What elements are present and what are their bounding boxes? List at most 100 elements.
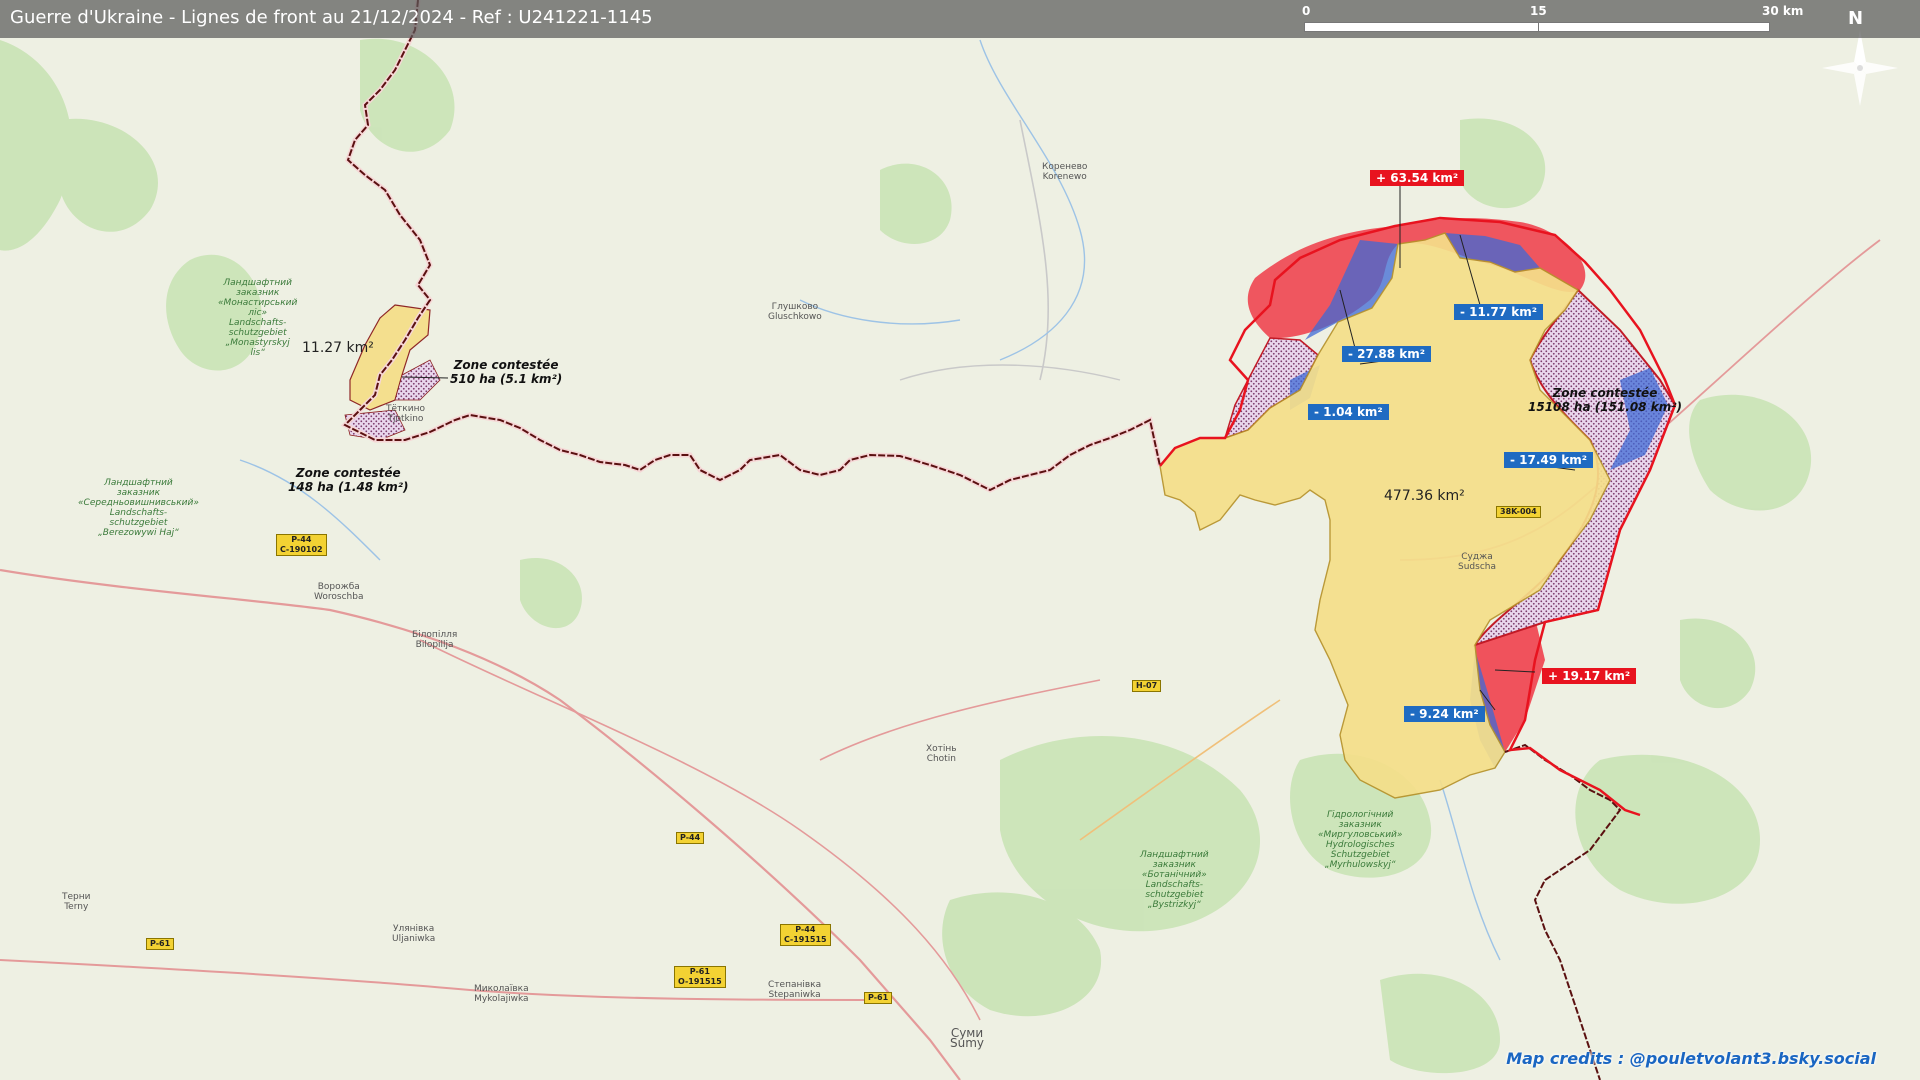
town-terny[interactable]: Терни Terny <box>62 892 90 912</box>
road-shield-38k: 38K-004 <box>1496 506 1541 518</box>
road-shield-p61-b: P-61 O-191515 <box>674 966 726 988</box>
town-sudzha[interactable]: Суджа Sudscha <box>1458 552 1496 572</box>
reserve-west-line-4: ліс» <box>248 308 268 318</box>
reserve-south-west-line-2: заказник <box>116 488 161 498</box>
reserve-west-line-8: lis“ <box>250 348 265 358</box>
town-terny-cyr: Терни <box>62 892 91 902</box>
reserve-south-2-line-2: заказник <box>1152 860 1196 870</box>
gain-tag-south-east: + 19.17 km² <box>1542 668 1637 684</box>
reserve-south-2: Ландшафтний заказник «Ботанічний» Landscha… <box>1140 850 1209 910</box>
town-ulianivka[interactable]: Улянівка Uljaniwka <box>392 924 435 944</box>
reserve-south-2-line-3: «Ботанічний» <box>1141 870 1207 880</box>
east-contested-label: Zone contestée 15108 ha (151.08 km²) <box>1528 386 1682 414</box>
town-khotin-lat: Chotin <box>926 754 956 764</box>
town-bilopillia-cyr: Білопілля <box>412 630 458 640</box>
west-contested-label-2: Zone contestée 148 ha (1.48 km²) <box>288 466 409 494</box>
town-stepanivka[interactable]: Степанівка Stepaniwka <box>768 980 821 1000</box>
scale-bar <box>1304 22 1770 32</box>
reserve-west-line-1: Ландшафтний <box>223 278 293 288</box>
town-khotin[interactable]: Хотінь Chotin <box>926 744 957 764</box>
map-title: Guerre d'Ukraine - Lignes de front au 21… <box>10 7 653 28</box>
scale-label-0: 0 <box>1302 4 1311 18</box>
map-credits[interactable]: Map credits : @pouletvolant3.bsky.social <box>1506 1049 1876 1068</box>
town-glushkovo-cyr: Глушково <box>771 302 819 312</box>
reserve-south-1-line-5: Schutzgebiet <box>1330 850 1390 860</box>
road-shield-p61-b-2: O-191515 <box>678 977 722 986</box>
town-mykolaivka-lat: Mykolajiwka <box>474 994 529 1004</box>
west-area-label: 11.27 km² <box>302 340 374 356</box>
reserve-south-1-line-3: «Миргуловський» <box>1318 830 1403 840</box>
town-bilopillia-lat: Bilopillja <box>415 640 454 650</box>
town-sudzha-lat: Sudscha <box>1458 562 1496 572</box>
reserve-south-west-line-3: «Середньовишнивський» <box>78 498 199 508</box>
east-contested-value: 15108 ha (151.08 km²) <box>1528 400 1682 414</box>
scale-label-15: 15 <box>1530 4 1547 18</box>
reserve-south-1-line-6: „Myrhulowskyj“ <box>1324 860 1396 870</box>
west-contested-2-value: 148 ha (1.48 km²) <box>288 480 409 494</box>
town-sumy[interactable]: Суми Sumy <box>950 1027 985 1050</box>
town-stepanivka-cyr: Степанівка <box>768 980 822 990</box>
town-sudzha-cyr: Суджа <box>1461 552 1493 562</box>
town-glushkovo[interactable]: Глушково Gluschkowo <box>768 302 822 322</box>
town-bilopillia[interactable]: Білопілля Bilopillja <box>412 630 457 650</box>
east-contested-title: Zone contestée <box>1552 386 1658 400</box>
reserve-west-line-7: „Monastyrskyj <box>225 338 290 348</box>
reserve-west: Ландшафтний заказник «Монастирський ліс» La… <box>218 278 297 358</box>
reserve-south-west-line-5: schutzgebiet <box>109 518 168 528</box>
loss-tag-west: - 1.04 km² <box>1308 404 1389 420</box>
town-terny-lat: Terny <box>64 902 89 912</box>
road-shield-p44-a-2: С-190102 <box>280 545 323 554</box>
town-stepanivka-lat: Stepaniwka <box>768 990 821 1000</box>
town-vorozhba-cyr: Ворожба <box>317 582 360 592</box>
west-contested-2-title: Zone contestée <box>295 466 401 480</box>
reserve-west-line-2: заказник <box>236 288 280 298</box>
reserve-west-line-5: Landschafts- <box>228 318 287 328</box>
scale-bar-half <box>1305 23 1539 31</box>
town-ulianivka-lat: Uljaniwka <box>392 934 436 944</box>
town-mykolaivka[interactable]: Миколаївка Mykolajiwka <box>474 984 529 1004</box>
scale-label-30: 30 km <box>1762 4 1804 18</box>
reserve-west-line-6: schutzgebiet <box>228 328 287 338</box>
reserve-south-1-line-4: Hydrologisches <box>1325 840 1395 850</box>
reserve-south-2-line-4: Landschafts- <box>1145 880 1204 890</box>
loss-tag-south: - 9.24 km² <box>1404 706 1485 722</box>
road-shield-p61-a: P-61 <box>146 938 175 950</box>
road-shield-p44-c: P-44 С-191515 <box>780 924 831 946</box>
road-shield-p44-b: P-44 <box>676 832 705 844</box>
road-shield-p61-b-1: P-61 <box>689 967 710 976</box>
road-shield-p44-c-1: P-44 <box>795 925 816 934</box>
reserve-south-1-line-1: Гідрологічний <box>1327 810 1394 820</box>
reserve-south-2-line-1: Ландшафтний <box>1140 850 1209 860</box>
reserve-west-line-3: «Монастирський <box>218 298 298 308</box>
town-ulianivka-cyr: Улянівка <box>392 924 435 934</box>
loss-tag-east: - 17.49 km² <box>1504 452 1594 468</box>
town-vorozhba[interactable]: Ворожба Woroschba <box>314 582 363 602</box>
town-khotin-cyr: Хотінь <box>926 744 957 754</box>
town-korenevo[interactable]: Коренево Korenewo <box>1042 162 1087 182</box>
town-sumy-lat: Sumy <box>950 1036 985 1050</box>
gain-tag-north: + 63.54 km² <box>1370 170 1465 186</box>
north-label: N <box>1848 8 1864 29</box>
road-shield-h07: H-07 <box>1132 680 1162 692</box>
town-tetkino-cyr: Тёткино <box>386 404 425 414</box>
road-shield-p44-a-1: P-44 <box>291 535 312 544</box>
west-contested-label-1: Zone contestée 510 ha (5.1 km²) <box>450 358 562 386</box>
reserve-south-1-line-2: заказник <box>1338 820 1382 830</box>
town-mykolaivka-cyr: Миколаївка <box>474 984 529 994</box>
town-tetkino[interactable]: Тёткино Tjotkino <box>386 404 425 424</box>
west-contested-1-title: Zone contestée <box>453 358 559 372</box>
reserve-south-west-line-6: „Berezowywi Haj“ <box>98 528 179 538</box>
main-area-label: 477.36 km² <box>1384 488 1465 504</box>
road-shield-p61-c: P-61 <box>864 992 893 1004</box>
town-vorozhba-lat: Woroschba <box>314 592 364 602</box>
loss-tag-north-west: - 27.88 km² <box>1342 346 1432 362</box>
town-korenevo-cyr: Коренево <box>1042 162 1088 172</box>
reserve-south-1: Гідрологічний заказник «Миргуловський» Hyd… <box>1318 810 1402 870</box>
loss-tag-north-east: - 11.77 km² <box>1454 304 1544 320</box>
road-shield-p44-c-2: С-191515 <box>784 935 827 944</box>
reserve-south-west-line-4: Landschafts- <box>109 508 168 518</box>
reserve-south-west: Ландшафтний заказник «Середньовишнивський»… <box>78 478 199 538</box>
reserve-south-west-line-1: Ландшафтний <box>104 478 173 488</box>
west-contested-1-value: 510 ha (5.1 km²) <box>450 372 563 386</box>
reserve-south-2-line-5: schutzgebiet <box>1145 890 1204 900</box>
